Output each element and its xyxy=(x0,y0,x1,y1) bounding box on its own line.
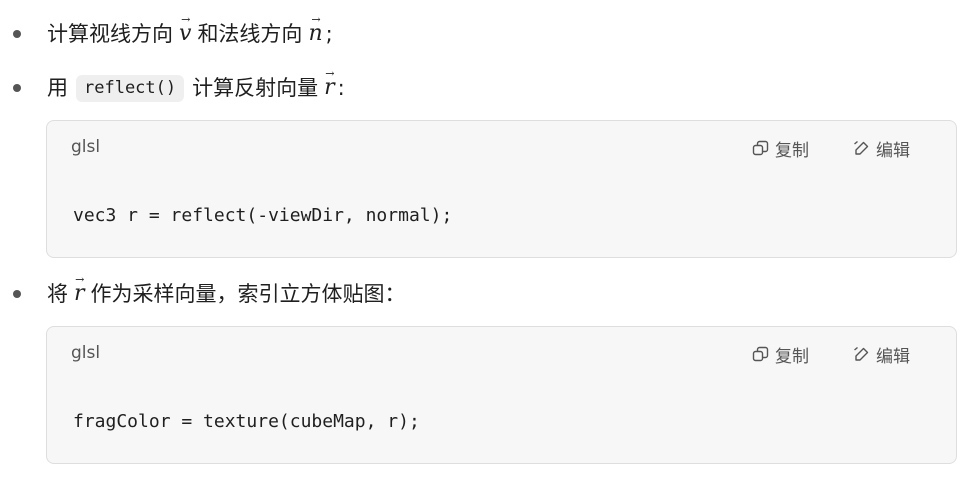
text-segment: 计算视线方向 xyxy=(47,21,173,46)
list-item: 用 reflect() 计算反射向量 → r : xyxy=(0,68,977,108)
edit-button[interactable]: 编辑 xyxy=(853,136,910,161)
edit-label: 编辑 xyxy=(876,347,910,367)
edit-icon xyxy=(853,346,870,363)
code-actions: 复制 编辑 xyxy=(752,136,910,161)
copy-label: 复制 xyxy=(775,347,809,367)
vector-arrow: → xyxy=(75,273,85,286)
code-language-label: glsl xyxy=(71,137,101,157)
copy-button[interactable]: 复制 xyxy=(752,136,809,161)
code-language-label: glsl xyxy=(71,343,101,363)
text-segment: : xyxy=(337,75,345,100)
list-item-text: 计算视线方向 → v 和法线方向 → n ; xyxy=(47,14,333,46)
edit-icon xyxy=(853,140,870,157)
text-segment: 和法线方向 xyxy=(197,21,303,46)
text-segment: 计算反射向量 xyxy=(192,75,319,100)
list-item-text: 用 reflect() 计算反射向量 → r : xyxy=(47,68,345,102)
list-item: 将 → r 作为采样向量，索引立方体贴图： xyxy=(0,274,977,314)
bullet-dot xyxy=(13,84,21,92)
list-item: 计算视线方向 → v 和法线方向 → n ; xyxy=(0,14,977,54)
vector-r: → r xyxy=(74,274,85,305)
copy-icon xyxy=(752,140,769,157)
copy-icon xyxy=(752,346,769,363)
vector-n: → n xyxy=(308,14,322,45)
bullet-dot xyxy=(13,30,21,38)
inline-code: reflect() xyxy=(76,74,185,102)
text-segment: 作为采样向量，索引立方体贴图： xyxy=(90,281,406,306)
edit-label: 编辑 xyxy=(876,141,910,161)
vector-v: → v xyxy=(179,14,191,45)
list-item-text: 将 → r 作为采样向量，索引立方体贴图： xyxy=(47,274,406,306)
code-content: vec3 r = reflect(-viewDir, normal); xyxy=(73,205,453,226)
vector-arrow: → xyxy=(181,13,191,26)
edit-button[interactable]: 编辑 xyxy=(853,342,910,367)
text-segment: 用 xyxy=(47,75,68,100)
code-content: fragColor = texture(cubeMap, r); xyxy=(73,411,420,432)
code-actions: 复制 编辑 xyxy=(752,342,910,367)
text-segment: ; xyxy=(325,21,333,46)
vector-arrow: → xyxy=(311,13,321,26)
copy-label: 复制 xyxy=(775,141,809,161)
bullet-dot xyxy=(13,290,21,298)
code-block: glsl 复制 编辑 fragColor = texture(cubeMap, … xyxy=(46,326,957,464)
code-block: glsl 复制 编辑 vec3 r = reflect(-viewDir, no… xyxy=(46,120,957,258)
text-segment: 将 xyxy=(47,281,68,306)
copy-button[interactable]: 复制 xyxy=(752,342,809,367)
vector-arrow: → xyxy=(325,67,335,80)
vector-r: → r xyxy=(324,68,335,99)
